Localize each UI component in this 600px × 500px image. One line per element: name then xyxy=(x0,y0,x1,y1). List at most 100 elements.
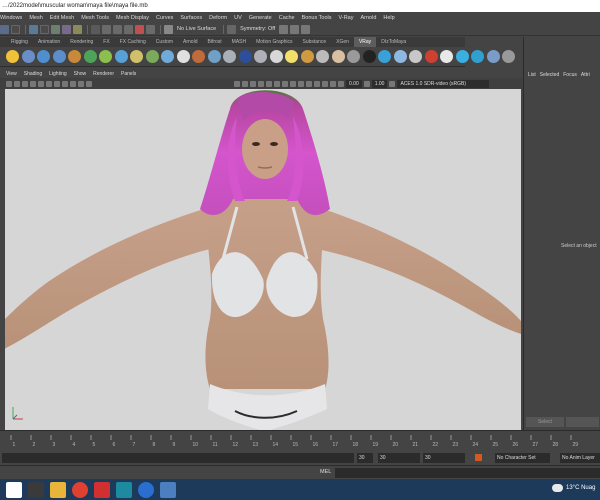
snap-curve-icon[interactable] xyxy=(51,24,60,34)
snap-point-icon[interactable] xyxy=(62,24,71,34)
shelf-tab-mash[interactable]: MASH xyxy=(227,37,251,47)
sym-icon-3[interactable] xyxy=(290,24,300,34)
shelf-tab-fx-caching[interactable]: FX Caching xyxy=(115,37,151,47)
shelf-tab-fx[interactable]: FX xyxy=(98,37,114,47)
field-chart-icon[interactable] xyxy=(70,80,76,87)
bookmark-icon[interactable] xyxy=(22,80,28,87)
anti-aliasing-icon[interactable] xyxy=(298,80,304,87)
panel-menu-view[interactable]: View xyxy=(6,71,17,77)
vray-tool-icon[interactable] xyxy=(285,50,298,63)
render-settings-icon[interactable] xyxy=(124,24,133,34)
panel-menu-renderer[interactable]: Renderer xyxy=(93,71,114,77)
shelf-tab-diztomaya[interactable]: DIzToMaya xyxy=(376,37,411,47)
gate-mask-icon[interactable] xyxy=(62,80,68,87)
character-set-dropdown[interactable]: No Character Set xyxy=(495,453,550,463)
panel-menu-show[interactable]: Show xyxy=(74,71,87,77)
gamma-field[interactable]: 1.00 xyxy=(371,79,388,88)
vray-tool-icon[interactable] xyxy=(378,50,391,63)
vray-tool-icon[interactable] xyxy=(192,50,205,63)
panel-menu-shading[interactable]: Shading xyxy=(24,71,42,77)
chrome-icon[interactable] xyxy=(72,481,88,498)
xray-icon[interactable] xyxy=(322,80,328,87)
menu-edit-mesh[interactable]: Edit Mesh xyxy=(50,15,74,21)
render-view-icon[interactable] xyxy=(146,24,155,34)
mel-input[interactable] xyxy=(335,468,600,478)
vray-tool-icon[interactable] xyxy=(362,50,376,63)
safe-action-icon[interactable] xyxy=(78,80,84,87)
vray-tool-icon[interactable] xyxy=(114,50,128,63)
menu-mesh-display[interactable]: Mesh Display xyxy=(116,15,149,21)
menu-windows[interactable]: Windows xyxy=(0,15,22,21)
vray-tool-icon[interactable] xyxy=(145,50,159,63)
menu-surfaces[interactable]: Surfaces xyxy=(180,15,202,21)
auto-key-icon[interactable] xyxy=(475,454,482,461)
load-attributes-button[interactable] xyxy=(566,417,599,427)
maya-icon[interactable] xyxy=(116,481,132,498)
select-mode-icon[interactable] xyxy=(0,24,9,34)
shelf-tab-rendering[interactable]: Rendering xyxy=(65,37,98,47)
shelf-tab-vray[interactable]: VRay xyxy=(353,37,377,47)
grid-icon[interactable] xyxy=(38,80,44,87)
vray-tool-icon[interactable] xyxy=(207,50,221,63)
symmetry-dropdown[interactable]: Symmetry: Off xyxy=(240,26,275,32)
sym-icon-4[interactable] xyxy=(301,24,311,34)
vray-tool-icon[interactable] xyxy=(68,50,81,63)
vray-tool-icon[interactable] xyxy=(254,50,267,63)
vray-tool-icon[interactable] xyxy=(455,50,469,63)
vray-tool-icon[interactable] xyxy=(6,50,19,63)
sym-icon-2[interactable] xyxy=(279,24,289,34)
shadows-icon[interactable] xyxy=(274,80,280,87)
color-transform-dropdown[interactable]: ACES 1.0 SDR-video (sRGB) xyxy=(397,79,490,88)
viewport[interactable] xyxy=(5,89,521,430)
move-icon[interactable] xyxy=(29,24,38,34)
range-end-field[interactable]: 30 xyxy=(378,453,420,463)
smooth-shade-icon[interactable] xyxy=(242,80,248,87)
exposure-field[interactable]: 0.00 xyxy=(346,79,362,88)
snap-view-icon[interactable] xyxy=(73,24,82,34)
anim-layer-dropdown[interactable]: No Anim Layer xyxy=(560,453,600,463)
vray-tool-icon[interactable] xyxy=(269,50,283,63)
select-button[interactable]: Select xyxy=(526,417,564,427)
attr-tab-focus[interactable]: Focus xyxy=(563,72,577,78)
start-icon[interactable] xyxy=(6,481,22,498)
vray-tool-icon[interactable] xyxy=(316,50,329,63)
xray-joints-icon[interactable] xyxy=(330,80,336,87)
exposure-icon[interactable] xyxy=(338,80,344,87)
menu-deform[interactable]: Deform xyxy=(209,15,227,21)
menu-mesh-tools[interactable]: Mesh Tools xyxy=(81,15,109,21)
attr-tab-selected[interactable]: Selected xyxy=(540,72,559,78)
vray-tool-icon[interactable] xyxy=(502,50,515,63)
shelf-tab-custom[interactable]: Custom xyxy=(151,37,178,47)
time-slider[interactable]: 1 2 3 4 5 6 7 8 9 10 11 12 13 14 15 16 17 18 19 20 21 22 23 24 2… xyxy=(0,430,600,450)
panel-menu-panels[interactable]: Panels xyxy=(121,71,136,77)
ipr-render-icon[interactable] xyxy=(113,24,122,34)
attr-tab-attri[interactable]: Attri xyxy=(581,72,590,78)
vray-tool-icon[interactable] xyxy=(238,50,252,63)
menu-generate[interactable]: Generate xyxy=(249,15,272,21)
vray-tool-icon[interactable] xyxy=(471,50,484,63)
anim-end-field[interactable]: 30 xyxy=(423,453,465,463)
menu-mesh[interactable]: Mesh xyxy=(29,15,42,21)
live-surface-label[interactable]: No Live Surface xyxy=(177,26,216,32)
vray-tool-icon[interactable] xyxy=(347,50,360,63)
film-gate-icon[interactable] xyxy=(46,80,52,87)
snap-grid-icon[interactable] xyxy=(40,24,49,34)
vray-tool-icon[interactable] xyxy=(409,50,422,63)
hypershade-icon[interactable] xyxy=(135,24,144,34)
gamma-icon[interactable] xyxy=(363,80,370,87)
ambient-occlusion-icon[interactable] xyxy=(282,80,288,87)
range-bar[interactable] xyxy=(2,453,354,463)
attr-tab-list[interactable]: List xyxy=(528,72,536,78)
vray-tool-icon[interactable] xyxy=(331,50,345,63)
shelf-tab-motion-graphics[interactable]: Motion Graphics xyxy=(251,37,297,47)
range-start-field[interactable]: 30 xyxy=(357,453,373,463)
vray-tool-icon[interactable] xyxy=(52,50,66,63)
isolate-select-icon[interactable] xyxy=(314,80,320,87)
camera-icon[interactable] xyxy=(6,80,12,87)
opera-icon[interactable] xyxy=(94,481,110,498)
vray-tool-icon[interactable] xyxy=(99,50,112,63)
file-explorer-icon[interactable] xyxy=(50,481,66,498)
shelf-tab-xgen[interactable]: XGen xyxy=(331,37,354,47)
menu-curves[interactable]: Curves xyxy=(156,15,173,21)
symmetry-icon[interactable] xyxy=(227,24,237,34)
